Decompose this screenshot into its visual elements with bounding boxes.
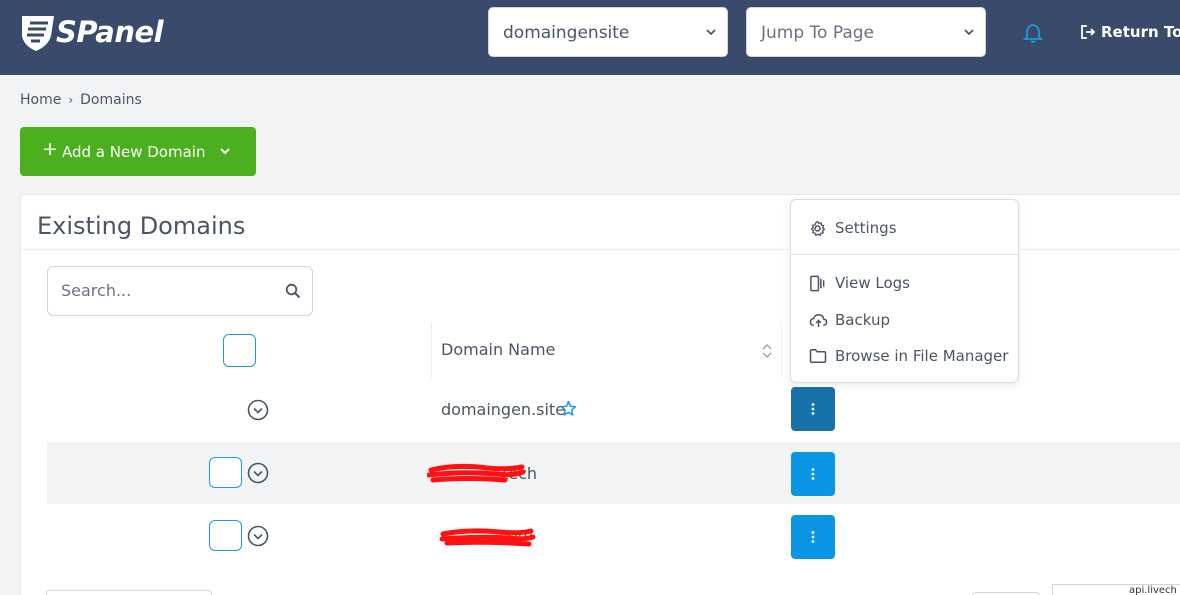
row-actions-button[interactable] <box>791 515 835 559</box>
column-divider <box>431 322 432 378</box>
chevron-down-icon <box>964 29 974 36</box>
shield-logo-icon <box>22 16 54 51</box>
redaction-scribble <box>427 463 526 483</box>
row-checkbox[interactable] <box>209 520 242 551</box>
redaction-scribble <box>439 528 536 547</box>
spanel-logo[interactable]: SPanel <box>18 14 168 52</box>
chevron-down-icon <box>706 29 716 36</box>
more-vertical-icon <box>811 468 815 480</box>
folder-icon <box>809 349 827 363</box>
menu-label: Settings <box>835 219 897 237</box>
breadcrumb: Home › Domains <box>20 92 142 108</box>
breadcrumb-home[interactable]: Home <box>20 92 61 108</box>
table-row: tech <box>47 442 1180 504</box>
status-bar-url: api.livech <box>1052 584 1180 595</box>
chevron-down-icon[interactable] <box>219 145 231 157</box>
logout-icon <box>1081 25 1096 39</box>
select-all-checkbox[interactable] <box>223 334 256 367</box>
chevron-right-icon: › <box>68 93 74 107</box>
page-size-select[interactable] <box>46 590 212 595</box>
row-actions-menu: Settings View Logs Backup Browse in File… <box>790 199 1019 383</box>
return-label: Return To A <box>1101 23 1180 41</box>
card-title: Existing Domains <box>37 212 246 240</box>
expand-row-icon[interactable] <box>247 525 269 547</box>
row-actions-button[interactable] <box>791 452 835 496</box>
add-domain-label: Add a New Domain <box>62 143 206 161</box>
expand-row-icon[interactable] <box>247 399 269 421</box>
plus-icon: + <box>42 138 58 160</box>
column-divider <box>781 322 782 378</box>
column-header-domain-name[interactable]: Domain Name <box>441 340 555 359</box>
brand-name: SPanel <box>56 15 164 49</box>
search-icon[interactable] <box>285 283 301 299</box>
row-checkbox[interactable] <box>209 457 242 488</box>
star-icon <box>560 400 577 416</box>
jump-select-placeholder: Jump To Page <box>761 23 874 43</box>
menu-label: Backup <box>835 311 890 329</box>
bell-icon[interactable] <box>1022 22 1044 44</box>
domain-select[interactable]: domaingensite <box>488 7 728 57</box>
top-header: SPanel domaingensite Jump To Page Return… <box>0 0 1180 75</box>
more-vertical-icon <box>811 531 815 543</box>
menu-divider <box>791 254 1018 255</box>
domain-name[interactable]: domaingen.site <box>441 400 565 419</box>
return-to-admin-link[interactable]: Return To A <box>1080 23 1180 41</box>
table-row: .com <box>47 505 1180 567</box>
gear-icon <box>810 220 826 237</box>
search-box <box>47 266 313 316</box>
table-row: domaingen.site <box>47 379 1180 441</box>
cloud-upload-icon <box>809 314 828 328</box>
sort-icon[interactable] <box>761 343 773 359</box>
expand-row-icon[interactable] <box>247 462 269 484</box>
breadcrumb-current: Domains <box>80 92 142 108</box>
domain-select-value: domaingensite <box>503 23 630 43</box>
menu-label: View Logs <box>835 274 910 292</box>
add-domain-button[interactable]: + Add a New Domain <box>20 127 256 176</box>
search-input[interactable] <box>61 281 271 300</box>
jump-to-page-select[interactable]: Jump To Page <box>746 7 986 57</box>
logs-icon <box>810 275 825 292</box>
row-actions-button[interactable] <box>791 387 835 431</box>
menu-label: Browse in File Manager <box>835 347 1009 365</box>
more-vertical-icon <box>811 403 815 415</box>
